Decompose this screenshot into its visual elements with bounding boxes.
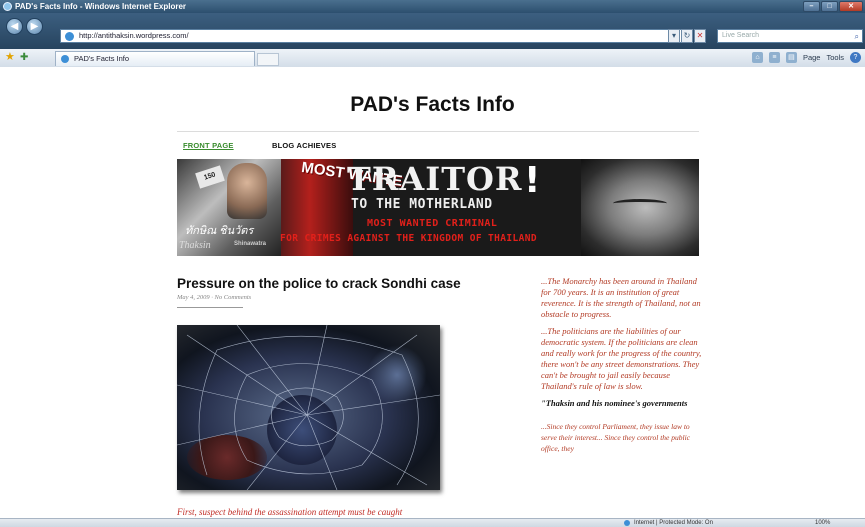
sidebar-heading: "Thaksin and his nominee's governments	[541, 398, 688, 408]
tab-active[interactable]: PAD's Facts Info	[55, 51, 255, 66]
minimize-button[interactable]: –	[803, 1, 820, 12]
close-button[interactable]: ✕	[839, 1, 863, 12]
command-bar: ⌂ ≡ ▤ Page Tools ?	[751, 52, 861, 63]
sidebar-quote-parliament: ...Since they control Parliament, they i…	[541, 422, 690, 453]
favorites-bar: ★ ✚ PAD's Facts Info ⌂ ≡ ▤ Page Tools ?	[0, 49, 865, 68]
address-bar[interactable]: http://antithaksin.wordpress.com/	[60, 29, 688, 43]
window-titlebar: PAD's Facts Info - Windows Internet Expl…	[0, 0, 865, 13]
post-image[interactable]	[177, 325, 440, 490]
search-icon[interactable]: ⌕	[855, 31, 859, 43]
page-menu[interactable]: Page	[803, 53, 821, 62]
tab-title: PAD's Facts Info	[74, 54, 130, 63]
sidebar-quotes: ...The Monarchy has been around in Thail…	[541, 276, 705, 460]
search-input[interactable]: Live Search ⌕	[717, 29, 863, 43]
refresh-icon[interactable]: ↻	[681, 29, 693, 43]
back-arrow-icon[interactable]: ◀	[6, 18, 23, 35]
window-title: PAD's Facts Info - Windows Internet Expl…	[15, 2, 187, 11]
stop-icon[interactable]: ✕	[694, 29, 706, 43]
post-excerpt[interactable]: First, suspect behind the assassination …	[177, 507, 402, 517]
add-favorites-icon[interactable]: ✚	[20, 52, 28, 63]
content-area: Pressure on the police to crack Sondhi c…	[0, 67, 865, 518]
post-divider	[177, 307, 243, 308]
post-meta: May 4, 2009 · No Comments	[177, 294, 252, 301]
home-icon[interactable]: ⌂	[751, 52, 763, 63]
globe-icon	[624, 520, 630, 526]
ie-logo-icon	[65, 32, 74, 41]
help-icon[interactable]: ?	[850, 52, 861, 63]
sidebar-quote-politicians: ...The politicians are the liabilities o…	[541, 326, 702, 391]
ie-logo-icon	[61, 55, 69, 63]
address-dropdown[interactable]: ▾	[668, 29, 680, 43]
favorites-star-icon[interactable]: ★	[5, 52, 15, 63]
new-tab-button[interactable]	[257, 53, 279, 66]
address-url: http://antithaksin.wordpress.com/	[79, 31, 189, 40]
window-controls: – □ ✕	[803, 1, 863, 12]
tools-menu[interactable]: Tools	[826, 53, 844, 62]
print-icon[interactable]: ▤	[785, 52, 797, 63]
shattered-glass-overlay	[177, 325, 440, 490]
post-title[interactable]: Pressure on the police to crack Sondhi c…	[177, 276, 461, 291]
feeds-icon[interactable]: ≡	[768, 52, 780, 63]
forward-arrow-icon[interactable]: ▶	[26, 18, 43, 35]
search-placeholder: Live Search	[722, 32, 759, 39]
maximize-button[interactable]: □	[821, 1, 838, 12]
ie-logo-icon	[3, 2, 12, 11]
sidebar-quote-monarchy: ...The Monarchy has been around in Thail…	[541, 276, 701, 319]
